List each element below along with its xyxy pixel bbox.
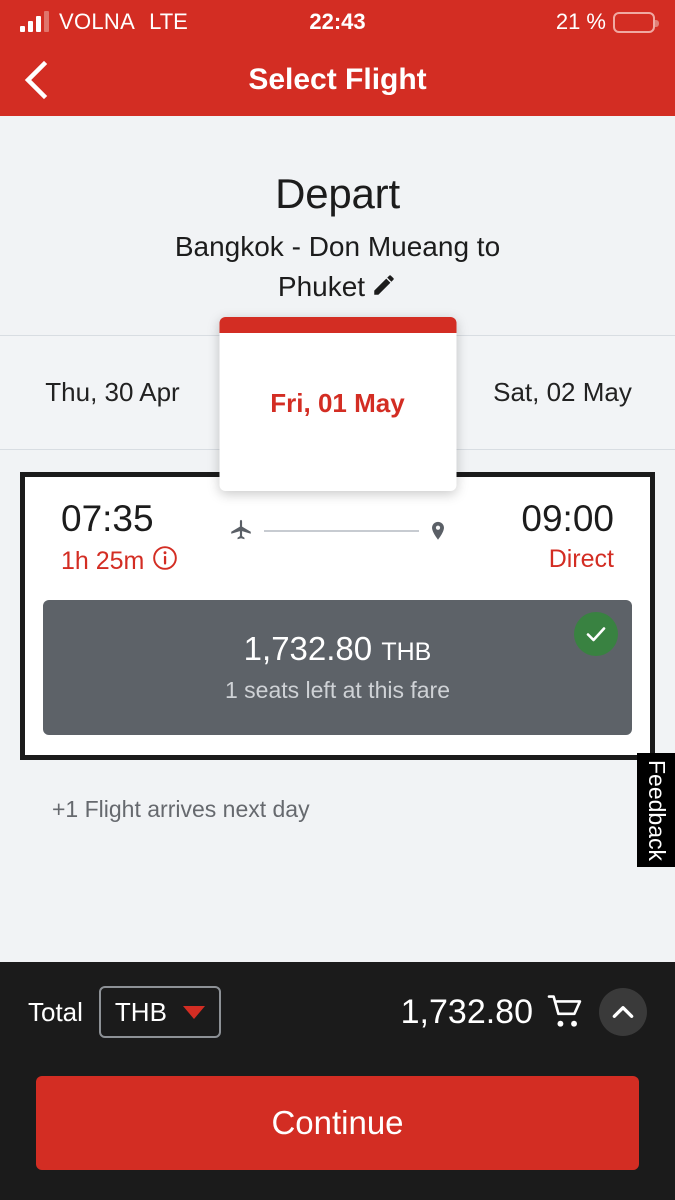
battery-icon (613, 11, 659, 33)
status-bar-left: VOLNA LTE (20, 9, 188, 35)
chevron-up-icon (612, 1006, 634, 1018)
fare-currency: THB (381, 638, 432, 667)
status-bar-right: 21 % (555, 9, 659, 35)
total-bar: Total THB 1,732.80 (0, 962, 675, 1062)
currency-selector[interactable]: THB (98, 986, 221, 1038)
navigation-bar: Select Flight (0, 44, 675, 116)
depart-route: Bangkok - Don Mueang to Phuket (128, 227, 548, 309)
flight-arrival-block: 09:00 Direct (449, 497, 620, 574)
date-option-selected[interactable]: Fri, 01 May (219, 316, 456, 491)
date-option-next[interactable]: Sat, 02 May (450, 377, 675, 408)
fare-amount: 1,732.80 (243, 630, 373, 668)
signal-strength-icon (20, 11, 49, 32)
departure-time: 07:35 (61, 497, 154, 539)
continue-button[interactable]: Continue (36, 1076, 639, 1170)
total-amount-group: 1,732.80 (401, 988, 647, 1036)
fare-seats-note: 1 seats left at this fare (224, 677, 450, 704)
network-type: LTE (149, 9, 188, 34)
feedback-label: Feedback (643, 759, 670, 861)
duration-info-button[interactable] (152, 545, 178, 578)
check-circle-icon (586, 626, 606, 641)
flight-card[interactable]: 07:35 1h 25m 09:00 Direct 1,732.80 THB 1… (20, 471, 655, 760)
fare-option[interactable]: 1,732.80 THB 1 seats left at this fare (43, 599, 632, 735)
flight-duration-row: 1h 25m (55, 545, 226, 578)
total-amount: 1,732.80 (400, 992, 533, 1031)
cart-button[interactable] (547, 995, 585, 1029)
flight-stops: Direct (548, 544, 614, 573)
fare-selected-badge (574, 611, 618, 656)
depart-route-text: Bangkok - Don Mueang to Phuket (174, 231, 501, 302)
fare-price: 1,732.80 THB (244, 630, 432, 668)
flight-departure-block: 07:35 1h 25m (55, 497, 226, 578)
flight-list: 07:35 1h 25m 09:00 Direct 1,732.80 THB 1… (0, 450, 675, 760)
flight-duration: 1h 25m (61, 546, 145, 575)
edit-route-button[interactable] (371, 269, 397, 309)
depart-header: Depart Bangkok - Don Mueang to Phuket (0, 116, 675, 335)
next-day-note: +1 Flight arrives next day (52, 795, 310, 822)
carrier-name: VOLNA (59, 9, 136, 34)
back-button[interactable] (0, 44, 72, 116)
select-flight-screen: VOLNA LTE 22:43 21 % Select Flight Depar… (0, 0, 675, 1200)
flight-path-line (264, 529, 419, 532)
pencil-icon (374, 275, 394, 295)
arrival-time: 09:00 (521, 497, 614, 539)
airplane-icon (231, 519, 251, 539)
chevron-left-icon (24, 60, 48, 100)
date-option-previous[interactable]: Thu, 30 Apr (0, 377, 225, 408)
battery-percent: 21 % (555, 9, 606, 34)
flight-times-row: 07:35 1h 25m 09:00 Direct (43, 497, 632, 578)
info-circle-icon (153, 545, 178, 570)
date-option-selected-label: Fri, 01 May (270, 388, 405, 419)
caret-down-icon (182, 1005, 205, 1019)
expand-summary-button[interactable] (599, 988, 647, 1036)
map-pin-icon (432, 521, 444, 540)
page-title: Select Flight (248, 63, 427, 96)
cta-area: Continue (0, 1062, 675, 1200)
feedback-tab[interactable]: Feedback (637, 753, 675, 867)
depart-title: Depart (275, 170, 400, 217)
status-bar: VOLNA LTE 22:43 21 % (0, 0, 675, 44)
date-selector: Thu, 30 Apr Sat, 02 May Fri, 01 May (0, 316, 675, 491)
bottom-bar: Total THB 1,732.80 Continue (0, 962, 675, 1200)
currency-value: THB (114, 996, 167, 1027)
total-label: Total (28, 996, 83, 1027)
shopping-cart-icon (547, 995, 582, 1027)
flight-path-graphic (226, 499, 449, 544)
